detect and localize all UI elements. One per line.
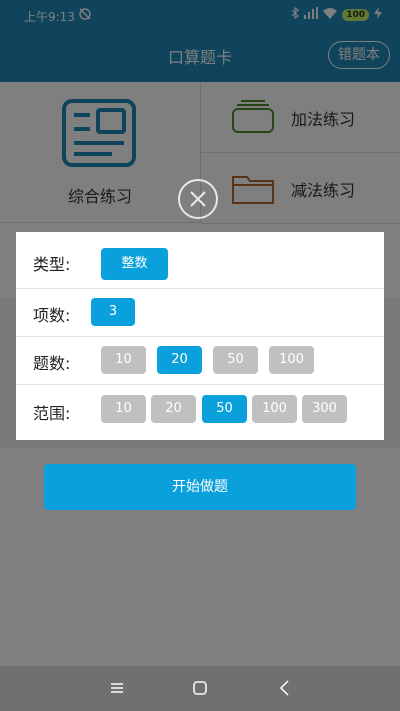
question-count-option-20[interactable]: 20 (157, 346, 202, 374)
menu-icon[interactable] (108, 678, 128, 698)
term-count-label: 项数: (33, 306, 71, 325)
question-count-option-10[interactable]: 10 (101, 346, 146, 374)
back-icon[interactable] (276, 678, 296, 698)
range-option-20[interactable]: 20 (151, 395, 196, 423)
question-count-row: 题数: 10 20 50 100 (16, 337, 384, 385)
range-option-10[interactable]: 10 (101, 395, 146, 423)
range-option-100[interactable]: 100 (252, 395, 297, 423)
term-count-row: 项数: 3 (16, 289, 384, 337)
start-button[interactable]: 开始做题 (44, 464, 356, 510)
close-icon (189, 190, 207, 212)
range-option-50[interactable]: 50 (202, 395, 247, 423)
type-option-integer[interactable]: 整数 (101, 248, 168, 280)
settings-dialog: 类型: 整数 项数: 3 题数: 10 20 50 100 范围: 10 20 … (16, 232, 384, 440)
range-row: 范围: 10 20 50 100 300 (16, 385, 384, 440)
home-icon[interactable] (191, 678, 211, 698)
range-option-300[interactable]: 300 (302, 395, 347, 423)
type-row: 类型: 整数 (16, 232, 384, 289)
question-count-option-50[interactable]: 50 (213, 346, 258, 374)
question-count-label: 题数: (33, 354, 71, 373)
type-label: 类型: (33, 255, 71, 274)
range-label: 范围: (33, 404, 71, 423)
term-count-option[interactable]: 3 (91, 298, 135, 326)
question-count-option-100[interactable]: 100 (269, 346, 314, 374)
close-button[interactable] (178, 179, 218, 219)
system-nav-bar (0, 666, 400, 711)
